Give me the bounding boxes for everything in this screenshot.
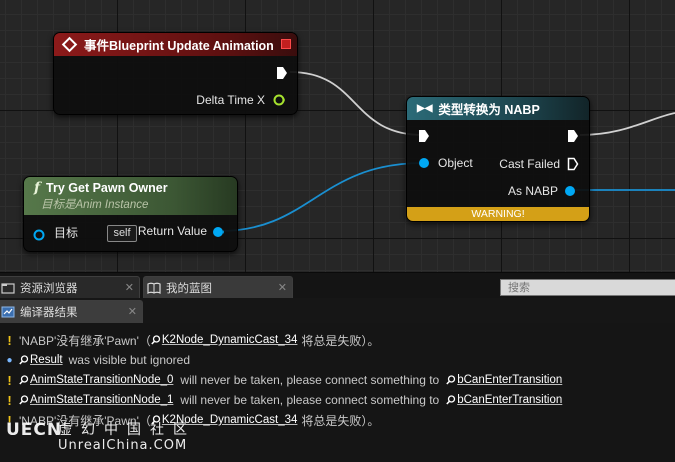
top-tab-bar: 资源浏览器 ✕ 我的蓝图 ✕ bbox=[0, 272, 675, 299]
cast-to-nabp-node[interactable]: ▶◀ 类型转换为 NABP Object Cast Failed As NABP… bbox=[406, 96, 590, 222]
exec-out-pin[interactable] bbox=[276, 66, 288, 80]
tab-content-browser[interactable]: 资源浏览器 ✕ bbox=[0, 276, 140, 299]
watermark-name: 虚幻中国社区 bbox=[58, 422, 196, 438]
object-in-pin[interactable] bbox=[418, 157, 430, 169]
log-node-link[interactable]: AnimStateTransitionNode_0 bbox=[19, 374, 173, 386]
warning-icon: ! bbox=[7, 392, 12, 408]
log-text: was visible but ignored bbox=[68, 353, 191, 367]
log-pin-link[interactable]: bCanEnterTransition bbox=[446, 394, 562, 406]
delta-time-pin[interactable] bbox=[273, 94, 285, 106]
object-pin-label: Object bbox=[438, 156, 473, 170]
tab-compiler-results-label: 编译器结果 bbox=[20, 305, 78, 319]
try-get-pawn-owner-node[interactable]: f Try Get Pawn Owner 目标是Anim Instance 目标… bbox=[23, 176, 238, 252]
cast-failed-pin[interactable] bbox=[567, 157, 579, 171]
exec-wire-cast-out[interactable] bbox=[579, 112, 675, 136]
log-node-link[interactable]: K2Node_DynamicCast_34 bbox=[151, 334, 297, 346]
search-icon bbox=[446, 395, 456, 405]
search-icon bbox=[19, 395, 29, 405]
event-breakpoint-icon[interactable] bbox=[281, 39, 291, 49]
return-value-pin[interactable] bbox=[212, 226, 224, 238]
function-icon: f bbox=[34, 180, 41, 196]
tab-compiler-results[interactable]: 编译器结果 ✕ bbox=[0, 300, 143, 323]
event-icon bbox=[61, 36, 78, 53]
event-node-update-animation[interactable]: 事件Blueprint Update Animation Delta Time … bbox=[53, 32, 298, 115]
func-node-header[interactable]: f Try Get Pawn Owner 目标是Anim Instance bbox=[24, 177, 237, 215]
compiler-tab-bar: 编译器结果 ✕ bbox=[0, 298, 675, 323]
book-icon bbox=[147, 282, 161, 294]
func-node-title: Try Get Pawn Owner bbox=[46, 181, 168, 195]
tab-content-browser-label: 资源浏览器 bbox=[20, 281, 78, 295]
event-node-header[interactable]: 事件Blueprint Update Animation bbox=[54, 33, 297, 56]
compiler-icon bbox=[1, 306, 15, 318]
delta-time-label: Delta Time X bbox=[196, 93, 265, 107]
cast-failed-label: Cast Failed bbox=[499, 157, 560, 171]
log-text: 将总是失败）。 bbox=[301, 413, 380, 428]
content-browser-icon bbox=[1, 283, 15, 294]
func-node-subtitle: 目标是Anim Instance bbox=[41, 199, 149, 211]
as-nabp-pin[interactable] bbox=[564, 185, 576, 197]
cast-arrow-icon: ▶◀ bbox=[417, 103, 433, 114]
log-text: will never be taken, please connect some… bbox=[180, 393, 440, 407]
log-text: 将总是失败）。 bbox=[301, 333, 380, 348]
tab-my-blueprint-label: 我的蓝图 bbox=[166, 281, 212, 295]
target-in-pin[interactable] bbox=[33, 229, 45, 241]
log-text: 'NABP'没有继承'Pawn'（ bbox=[19, 333, 151, 348]
target-pin-label: 目标 bbox=[54, 226, 79, 240]
self-default-value[interactable]: self bbox=[107, 225, 137, 242]
object-wire-pawn-to-cast[interactable] bbox=[219, 162, 424, 232]
close-icon[interactable]: ✕ bbox=[128, 305, 137, 318]
log-node-link[interactable]: Result bbox=[19, 354, 63, 366]
log-line: ● Result was visible but ignored bbox=[0, 350, 675, 370]
log-line: ! 'NABP'没有继承'Pawn'（ K2Node_DynamicCast_3… bbox=[0, 330, 675, 350]
log-node-link[interactable]: AnimStateTransitionNode_1 bbox=[19, 394, 173, 406]
cast-node-title: 类型转换为 NABP bbox=[438, 103, 540, 117]
search-input[interactable] bbox=[500, 279, 675, 296]
search-icon bbox=[446, 375, 456, 385]
cast-node-header[interactable]: ▶◀ 类型转换为 NABP bbox=[407, 97, 589, 120]
log-text: will never be taken, please connect some… bbox=[180, 373, 440, 387]
log-line: ! AnimStateTransitionNode_1 will never b… bbox=[0, 390, 675, 410]
as-nabp-label: As NABP bbox=[507, 184, 558, 198]
search-icon bbox=[151, 335, 161, 345]
info-icon: ● bbox=[6, 354, 13, 366]
warning-bar: WARNING! bbox=[407, 207, 589, 221]
close-icon[interactable]: ✕ bbox=[278, 281, 287, 294]
close-icon[interactable]: ✕ bbox=[125, 281, 134, 294]
cast-exec-out-pin[interactable] bbox=[567, 129, 579, 143]
log-line: ! AnimStateTransitionNode_0 will never b… bbox=[0, 370, 675, 390]
blueprint-graph[interactable]: 事件Blueprint Update Animation Delta Time … bbox=[0, 0, 675, 272]
watermark-logo: UECN bbox=[6, 420, 63, 440]
search-icon bbox=[19, 355, 29, 365]
warning-icon: ! bbox=[7, 372, 12, 388]
search-icon bbox=[19, 375, 29, 385]
tab-my-blueprint[interactable]: 我的蓝图 ✕ bbox=[143, 276, 293, 299]
watermark: UECN 虚幻中国社区 UnrealChina.COM bbox=[6, 418, 206, 458]
return-value-label: Return Value bbox=[137, 224, 207, 238]
exec-wire-event-to-cast[interactable] bbox=[289, 71, 424, 136]
warning-icon: ! bbox=[7, 332, 12, 348]
cast-exec-in-pin[interactable] bbox=[418, 129, 430, 143]
event-node-title: 事件Blueprint Update Animation bbox=[84, 39, 274, 53]
watermark-url: UnrealChina.COM bbox=[58, 438, 188, 453]
log-pin-link[interactable]: bCanEnterTransition bbox=[446, 374, 562, 386]
